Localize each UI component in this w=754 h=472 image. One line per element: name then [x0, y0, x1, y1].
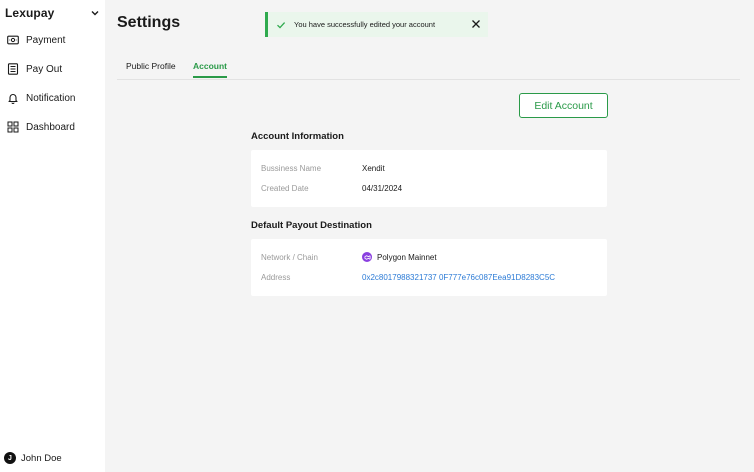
business-name-row: Bussiness Name Xendit: [261, 162, 385, 174]
check-icon: [276, 20, 286, 30]
close-icon[interactable]: [471, 19, 481, 29]
success-toast: You have successfully edited your accoun…: [265, 12, 488, 37]
sidebar-item-label: Pay Out: [26, 63, 63, 75]
polygon-icon: [362, 252, 372, 262]
created-date-label: Created Date: [261, 183, 309, 193]
brand-name: Lexupay: [5, 6, 55, 20]
payout-title: Default Payout Destination: [251, 220, 372, 231]
dashboard-icon: [7, 121, 19, 133]
sidebar-item-label: Dashboard: [26, 121, 75, 133]
business-name-label: Bussiness Name: [261, 163, 322, 173]
payout-icon: [7, 63, 19, 75]
tab-public-profile[interactable]: Public Profile: [126, 61, 176, 78]
account-info-title: Account Information: [251, 131, 344, 142]
created-date-value: 04/31/2024: [362, 183, 403, 193]
network-row: Network / Chain Polygon Mainnet: [261, 251, 437, 263]
sidebar: Lexupay Payment Pay Out Notification Das…: [0, 0, 105, 472]
edit-account-button[interactable]: Edit Account: [519, 93, 608, 118]
network-value-wrap: Polygon Mainnet: [362, 252, 437, 262]
user-name: John Doe: [21, 452, 62, 464]
account-info-card: Bussiness Name Xendit Created Date 04/31…: [251, 150, 607, 207]
sidebar-item-dashboard[interactable]: Dashboard: [7, 119, 102, 135]
tab-account[interactable]: Account: [193, 61, 227, 78]
address-link[interactable]: 0x2c8017988321737 0F777e76c087Eea91D8283…: [362, 273, 555, 282]
page-title: Settings: [117, 14, 181, 31]
avatar: J: [4, 452, 16, 464]
chevron-down-icon[interactable]: [90, 8, 100, 18]
address-row: Address 0x2c8017988321737 0F777e76c087Ee…: [261, 271, 555, 283]
payout-card: Network / Chain Polygon Mainnet Address …: [251, 239, 607, 296]
created-date-row: Created Date 04/31/2024: [261, 182, 402, 194]
tab-bar: Public Profile Account: [117, 56, 740, 80]
user-profile[interactable]: J John Doe: [4, 451, 62, 465]
business-name-value: Xendit: [362, 163, 385, 173]
network-label: Network / Chain: [261, 252, 318, 262]
payment-icon: [7, 34, 19, 46]
toast-message: You have successfully edited your accoun…: [294, 20, 436, 29]
sidebar-item-payout[interactable]: Pay Out: [7, 61, 102, 77]
network-value: Polygon Mainnet: [377, 252, 437, 262]
sidebar-item-label: Payment: [26, 34, 66, 46]
brand-switcher[interactable]: Lexupay: [5, 5, 100, 21]
sidebar-item-notification[interactable]: Notification: [7, 90, 102, 106]
bell-icon: [7, 92, 19, 104]
sidebar-item-label: Notification: [26, 92, 76, 104]
sidebar-item-payment[interactable]: Payment: [7, 32, 102, 48]
address-label: Address: [261, 272, 291, 282]
